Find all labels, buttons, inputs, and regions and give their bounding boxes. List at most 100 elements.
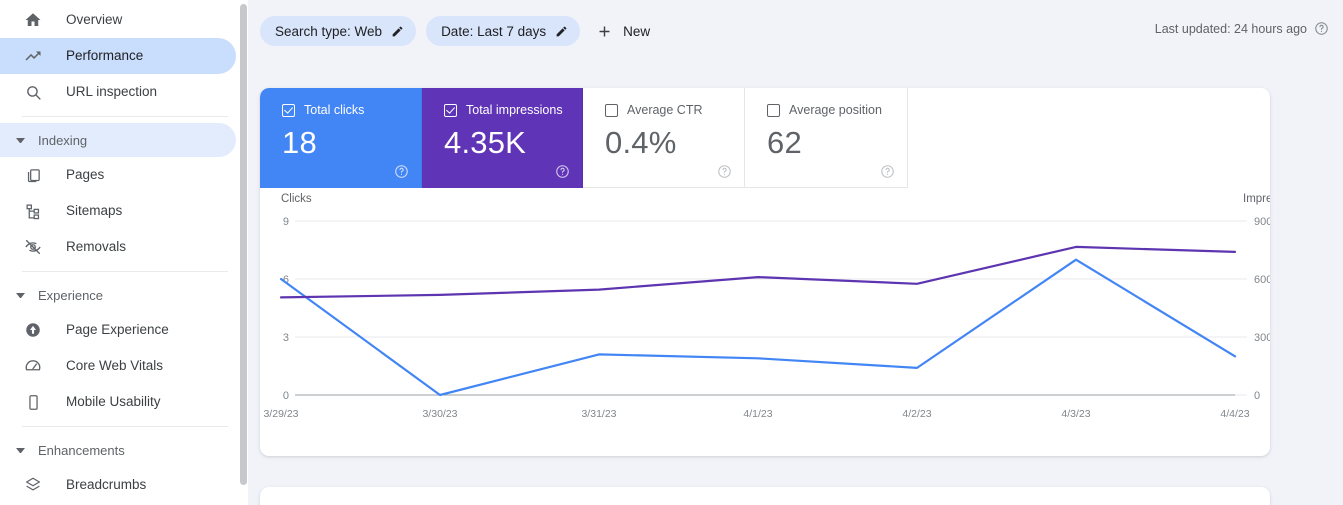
series-line-impressions: [279, 245, 1237, 299]
search-console-app: Overview Performance URL inspection Inde…: [0, 0, 1343, 505]
metric-label: Average CTR: [627, 103, 703, 117]
page-experience-icon: [22, 319, 44, 341]
pages-icon: [22, 164, 44, 186]
sidebar-section-enhancements[interactable]: Enhancements: [0, 433, 236, 467]
performance-line-chart[interactable]: ClicksImpressions036903006009003/29/233/…: [260, 188, 1270, 456]
last-updated: Last updated: 24 hours ago: [1155, 21, 1329, 36]
checkbox-icon[interactable]: [605, 103, 618, 117]
sidebar-section-experience[interactable]: Experience: [0, 278, 236, 312]
sidebar-section-label: Indexing: [38, 132, 88, 148]
y2-axis-tick: 0: [1254, 390, 1260, 402]
performance-chart-card: Total clicks 18 Total impressions 4.35K: [260, 88, 1270, 456]
sidebar-item-overview[interactable]: Overview: [0, 2, 236, 38]
layers-icon: [22, 474, 44, 496]
trending-up-icon: [22, 45, 44, 67]
sidebar-item-breadcrumbs[interactable]: Breadcrumbs: [0, 467, 236, 503]
metric-label: Total impressions: [466, 103, 563, 117]
filter-chip-date[interactable]: Date: Last 7 days: [426, 16, 581, 46]
metric-tile-header: Average CTR: [605, 103, 744, 117]
y2-axis-tick: 900: [1254, 216, 1270, 228]
metric-tile-header: Total clicks: [282, 103, 421, 117]
x-axis-tick: 3/29/23: [263, 408, 298, 420]
sitemap-icon: [22, 200, 44, 222]
checkbox-icon[interactable]: [444, 103, 457, 117]
sidebar-item-url-inspection[interactable]: URL inspection: [0, 74, 236, 110]
sidebar-scrollbar[interactable]: [240, 4, 247, 485]
metric-value: 18: [282, 125, 317, 160]
x-axis-tick: 4/3/23: [1061, 408, 1090, 420]
x-axis-tick: 3/31/23: [581, 408, 616, 420]
filter-chip-label: Search type: Web: [275, 23, 383, 39]
sidebar-item-performance[interactable]: Performance: [0, 38, 236, 74]
y2-axis-title: Impressions: [1243, 193, 1270, 205]
sidebar-section-indexing[interactable]: Indexing: [0, 123, 236, 157]
x-axis-tick: 4/2/23: [902, 408, 931, 420]
mobile-icon: [22, 391, 44, 413]
help-circle-icon[interactable]: [1314, 21, 1329, 36]
y-axis-tick: 9: [283, 216, 289, 228]
help-circle-icon[interactable]: [880, 164, 895, 179]
sidebar-item-label: URL inspection: [66, 84, 158, 100]
main-content: Search type: Web Date: Last 7 days New L…: [248, 0, 1343, 505]
speedometer-icon: [22, 355, 44, 377]
sidebar-item-label: Breadcrumbs: [66, 477, 147, 493]
metric-tile-average-ctr[interactable]: Average CTR 0.4%: [583, 88, 745, 188]
help-circle-icon[interactable]: [394, 164, 409, 179]
eye-off-icon: [22, 236, 44, 258]
sidebar: Overview Performance URL inspection Inde…: [0, 0, 248, 505]
chart-svg: ClicksImpressions036903006009003/29/233/…: [263, 193, 1270, 420]
sidebar-item-sitemaps[interactable]: Sitemaps: [0, 193, 236, 229]
sidebar-divider: [22, 116, 228, 117]
metric-tile-average-position[interactable]: Average position 62: [745, 88, 908, 188]
metric-label: Average position: [789, 103, 882, 117]
sidebar-divider: [22, 271, 228, 272]
pencil-icon: [555, 25, 568, 38]
y-axis-tick: 0: [283, 390, 289, 402]
y-axis-title: Clicks: [281, 193, 312, 205]
metric-tile-header: Average position: [767, 103, 907, 117]
secondary-card: [260, 487, 1270, 505]
sidebar-item-label: Performance: [66, 48, 144, 64]
filter-bar: Search type: Web Date: Last 7 days New L…: [248, 0, 1343, 62]
sidebar-item-label: Mobile Usability: [66, 394, 161, 410]
plus-icon: [596, 23, 613, 40]
filter-chip-search-type[interactable]: Search type: Web: [260, 16, 417, 46]
add-filter-button[interactable]: New: [590, 16, 662, 46]
series-line-clicks: [279, 258, 1237, 397]
y2-axis-tick: 600: [1254, 274, 1270, 286]
help-circle-icon[interactable]: [555, 164, 570, 179]
sidebar-item-mobile-usability[interactable]: Mobile Usability: [0, 384, 236, 420]
pencil-icon: [391, 25, 404, 38]
metric-tile-total-clicks[interactable]: Total clicks 18: [260, 88, 422, 188]
metric-label: Total clicks: [304, 103, 365, 117]
sidebar-item-page-experience[interactable]: Page Experience: [0, 312, 236, 348]
sidebar-item-label: Overview: [66, 12, 123, 28]
metric-tile-total-impressions[interactable]: Total impressions 4.35K: [422, 88, 583, 188]
chevron-down-icon: [16, 292, 25, 298]
checkbox-icon[interactable]: [282, 103, 295, 117]
y2-axis-tick: 300: [1254, 332, 1270, 344]
sidebar-divider: [22, 426, 228, 427]
sidebar-item-label: Pages: [66, 167, 105, 183]
sidebar-section-label: Experience: [38, 287, 104, 303]
x-axis-tick: 4/4/23: [1220, 408, 1249, 420]
y-axis-tick: 3: [283, 332, 289, 344]
sidebar-item-core-web-vitals[interactable]: Core Web Vitals: [0, 348, 236, 384]
x-axis-tick: 3/30/23: [422, 408, 457, 420]
sidebar-item-pages[interactable]: Pages: [0, 157, 236, 193]
checkbox-icon[interactable]: [767, 103, 780, 117]
search-icon: [22, 81, 44, 103]
add-filter-label: New: [623, 23, 651, 39]
x-axis-tick: 4/1/23: [743, 408, 772, 420]
help-circle-icon[interactable]: [717, 164, 732, 179]
sidebar-item-label: Removals: [66, 239, 127, 255]
metric-value: 62: [767, 125, 802, 160]
filter-chip-label: Date: Last 7 days: [441, 23, 547, 39]
sidebar-item-label: Core Web Vitals: [66, 358, 164, 374]
sidebar-item-removals[interactable]: Removals: [0, 229, 236, 265]
metric-tiles: Total clicks 18 Total impressions 4.35K: [260, 88, 908, 188]
home-icon: [22, 9, 44, 31]
sidebar-item-label: Sitemaps: [66, 203, 123, 219]
chevron-down-icon: [16, 447, 25, 453]
sidebar-section-label: Enhancements: [38, 442, 125, 458]
